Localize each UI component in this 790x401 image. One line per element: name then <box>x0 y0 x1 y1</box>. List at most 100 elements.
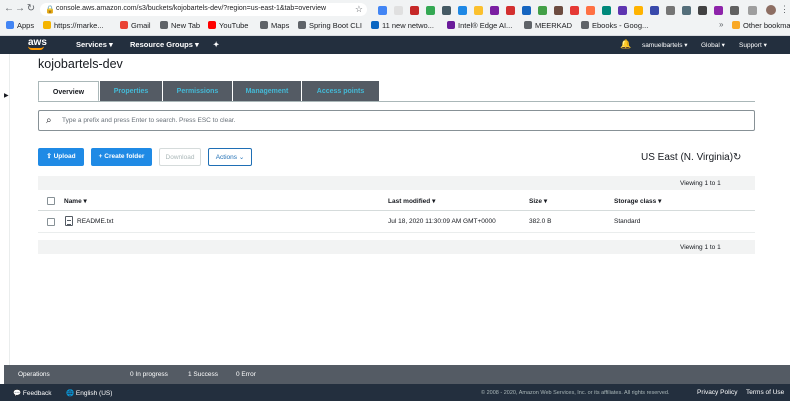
tab-management[interactable]: Management <box>233 81 301 102</box>
extension-icon[interactable] <box>602 6 611 15</box>
bookmark-youtube[interactable]: YouTube <box>208 21 248 31</box>
feedback-link[interactable]: 💬 Feedback <box>13 389 51 397</box>
bookmark-gmail[interactable]: Gmail <box>120 21 151 31</box>
extension-icon[interactable] <box>378 6 387 15</box>
bookmark-star-icon[interactable]: ☆ <box>355 4 363 15</box>
side-rail[interactable]: ▶ <box>0 54 10 365</box>
row-checkbox[interactable] <box>47 218 55 226</box>
language-label: English (US) <box>75 390 113 397</box>
table-header: Name ▾ Last modified ▾ Size ▾ Storage cl… <box>38 190 755 211</box>
aws-logo[interactable]: aws <box>28 38 47 50</box>
bookmark-meerkad[interactable]: MEERKAD <box>524 21 572 31</box>
linkedin-icon <box>371 21 379 29</box>
pagination-bar-top: Viewing 1 to 1 <box>38 176 755 190</box>
extension-icon[interactable] <box>748 6 757 15</box>
extension-icon[interactable] <box>570 6 579 15</box>
column-last-modified[interactable]: Last modified ▾ <box>388 197 435 205</box>
sort-down-icon: ▾ <box>658 198 662 205</box>
download-button[interactable]: Download <box>159 148 201 166</box>
globe-icon <box>581 21 589 29</box>
bell-icon[interactable]: 🔔 <box>620 39 631 50</box>
search-input[interactable]: ⌕ Type a prefix and press Enter to searc… <box>38 110 755 131</box>
extension-icon[interactable] <box>522 6 531 15</box>
actions-dropdown[interactable]: Actions ⌄ <box>208 148 252 166</box>
bookmarks-bar: Apps https://marke... Gmail New Tab YouT… <box>0 18 790 34</box>
more-bookmarks-chevron[interactable]: » <box>719 20 723 29</box>
upload-button[interactable]: ⇪ Upload <box>38 148 84 166</box>
back-icon[interactable]: ← <box>4 4 14 14</box>
create-folder-button[interactable]: + Create folder <box>91 148 152 166</box>
chevron-down-icon: ⌄ <box>238 154 245 161</box>
bookmark-new-tab[interactable]: New Tab <box>160 21 200 31</box>
tab-properties[interactable]: Properties <box>100 81 162 102</box>
support-menu[interactable]: Support ▾ <box>739 41 767 49</box>
select-all-checkbox[interactable] <box>47 197 55 205</box>
resource-groups-menu[interactable]: Resource Groups ▾ <box>130 40 199 49</box>
extension-icon[interactable] <box>682 6 691 15</box>
address-bar[interactable]: 🔒 console.aws.amazon.com/s3/buckets/kojo… <box>40 3 367 16</box>
global-label: Global <box>701 42 720 49</box>
extension-icon[interactable] <box>394 6 403 15</box>
tab-permissions[interactable]: Permissions <box>163 81 232 102</box>
privacy-policy-link[interactable]: Privacy Policy <box>697 389 737 396</box>
bookmark-label: Gmail <box>131 21 151 30</box>
viewing-count: Viewing 1 to 1 <box>680 244 721 251</box>
tab-access-points[interactable]: Access points <box>302 81 379 102</box>
global-menu[interactable]: Global ▾ <box>701 41 725 49</box>
extension-icon[interactable] <box>442 6 451 15</box>
bookmark-item[interactable]: https://marke... <box>43 21 104 31</box>
extension-icon[interactable] <box>650 6 659 15</box>
extension-icon[interactable] <box>634 6 643 15</box>
extensions-puzzle-icon[interactable] <box>730 6 739 15</box>
extension-icon[interactable] <box>666 6 675 15</box>
forward-icon[interactable]: → <box>15 4 25 14</box>
terms-of-use-link[interactable]: Terms of Use <box>746 389 784 396</box>
user-label: samuelbartels <box>642 42 683 49</box>
sort-down-icon: ▾ <box>543 198 548 205</box>
feedback-label: Feedback <box>22 390 52 397</box>
browser-menu-icon[interactable]: ⋮ <box>780 4 789 15</box>
extension-icon[interactable] <box>618 6 627 15</box>
bookmark-linkedin[interactable]: 11 new netwo... <box>371 21 434 31</box>
expand-arrow-icon[interactable]: ▶ <box>4 92 9 99</box>
extension-icon[interactable] <box>490 6 499 15</box>
extension-icon[interactable] <box>410 6 419 15</box>
extension-icon[interactable] <box>458 6 467 15</box>
extension-icon[interactable] <box>426 6 435 15</box>
reload-icon[interactable]: ↻ <box>26 4 36 14</box>
region-label: US East (N. Virginia) <box>641 152 734 163</box>
file-name-link[interactable]: README.txt <box>77 218 113 225</box>
error-count: 0 Error <box>236 371 256 378</box>
table-row[interactable]: README.txt Jul 18, 2020 11:30:09 AM GMT+… <box>38 211 755 233</box>
language-selector[interactable]: 🌐 English (US) <box>66 389 112 397</box>
other-bookmarks[interactable]: Other bookmarks <box>732 21 790 31</box>
services-menu[interactable]: Services ▾ <box>76 40 113 49</box>
aws-logo-text: aws <box>28 37 47 48</box>
user-menu[interactable]: samuelbartels ▾ <box>642 41 688 49</box>
extension-icon[interactable] <box>554 6 563 15</box>
bookmark-maps[interactable]: Maps <box>260 21 289 31</box>
extension-icon[interactable] <box>474 6 483 15</box>
globe-icon <box>298 21 306 29</box>
tab-overview[interactable]: Overview <box>38 81 99 102</box>
operations-bar[interactable]: Operations 0 In progress 1 Success 0 Err… <box>4 365 790 384</box>
extension-icon[interactable] <box>538 6 547 15</box>
bookmark-ebooks[interactable]: Ebooks - Goog... <box>581 21 648 31</box>
profile-avatar[interactable] <box>766 5 776 15</box>
column-name[interactable]: Name ▾ <box>64 197 87 205</box>
bookmark-label: New Tab <box>171 21 201 30</box>
extension-icon[interactable] <box>586 6 595 15</box>
folder-icon <box>732 21 740 29</box>
refresh-icon[interactable]: ↻ <box>733 152 741 163</box>
pin-icon[interactable]: ✦ <box>213 40 219 49</box>
bookmark-spring-boot[interactable]: Spring Boot CLI <box>298 21 362 31</box>
extension-icon[interactable] <box>698 6 707 15</box>
column-storage-class[interactable]: Storage class ▾ <box>614 197 661 205</box>
column-name-label: Name <box>64 198 82 205</box>
extension-icon[interactable] <box>714 6 723 15</box>
bookmark-apps[interactable]: Apps <box>6 21 34 31</box>
bookmark-intel[interactable]: Intel® Edge AI... <box>447 21 512 31</box>
extension-icon[interactable] <box>506 6 515 15</box>
success-count: 1 Success <box>188 371 218 378</box>
column-size[interactable]: Size ▾ <box>529 197 547 205</box>
